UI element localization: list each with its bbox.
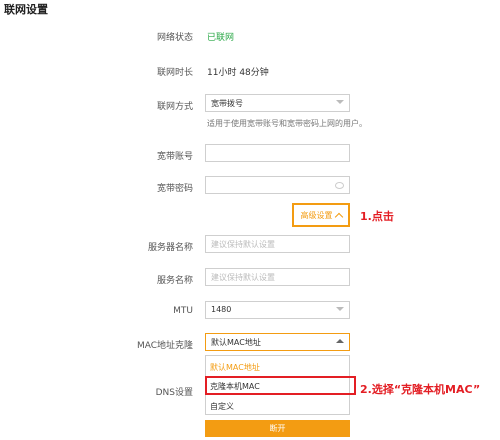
service-name-input[interactable]: 建议保持默认设置 — [205, 268, 350, 286]
clone-highlight-box — [205, 376, 356, 395]
mtu-label: MTU — [173, 306, 193, 316]
mac-clone-label: MAC地址克隆 — [136, 341, 193, 351]
mac-option-default[interactable]: 默认MAC地址 — [210, 362, 260, 373]
account-label: 宽带账号 — [156, 152, 193, 162]
duration-label: 联网时长 — [156, 68, 193, 78]
password-input[interactable] — [205, 176, 350, 194]
method-select[interactable]: 宽带拨号 — [205, 94, 350, 112]
mtu-select-value: 1480 — [211, 305, 232, 314]
method-label: 联网方式 — [156, 102, 193, 112]
duration-value: 11小时 48分钟 — [207, 68, 269, 78]
mac-clone-select[interactable]: 默认MAC地址 — [205, 333, 350, 351]
mtu-select[interactable]: 1480 — [205, 301, 350, 319]
disconnect-button[interactable]: 断开 — [205, 420, 350, 437]
method-select-value: 宽带拨号 — [211, 99, 243, 108]
password-label: 宽带密码 — [156, 184, 193, 194]
mac-clone-select-value: 默认MAC地址 — [211, 338, 261, 347]
dns-label: DNS设置 — [155, 388, 193, 398]
advanced-settings-toggle[interactable]: 高级设置 — [292, 203, 350, 227]
annotation-step1: 1.点击 — [360, 210, 394, 223]
account-input[interactable] — [205, 144, 350, 162]
chevron-down-icon — [336, 307, 344, 311]
page-title: 联网设置 — [4, 3, 48, 16]
method-hint: 适用于使用宽带账号和宽带密码上网的用户。 — [207, 119, 367, 128]
chevron-up-icon — [334, 212, 343, 221]
status-value: 已联网 — [207, 33, 235, 43]
mac-option-custom[interactable]: 自定义 — [210, 401, 234, 412]
status-label: 网络状态 — [156, 33, 193, 43]
advanced-settings-label: 高级设置 — [300, 210, 333, 220]
annotation-step2: 2.选择“克隆本机MAC” — [360, 383, 481, 396]
server-name-label: 服务器名称 — [147, 243, 193, 253]
chevron-up-icon — [336, 339, 344, 343]
eye-icon[interactable] — [335, 182, 344, 189]
server-name-input[interactable]: 建议保持默认设置 — [205, 235, 350, 253]
chevron-down-icon — [336, 100, 344, 104]
service-name-label: 服务名称 — [156, 276, 193, 286]
